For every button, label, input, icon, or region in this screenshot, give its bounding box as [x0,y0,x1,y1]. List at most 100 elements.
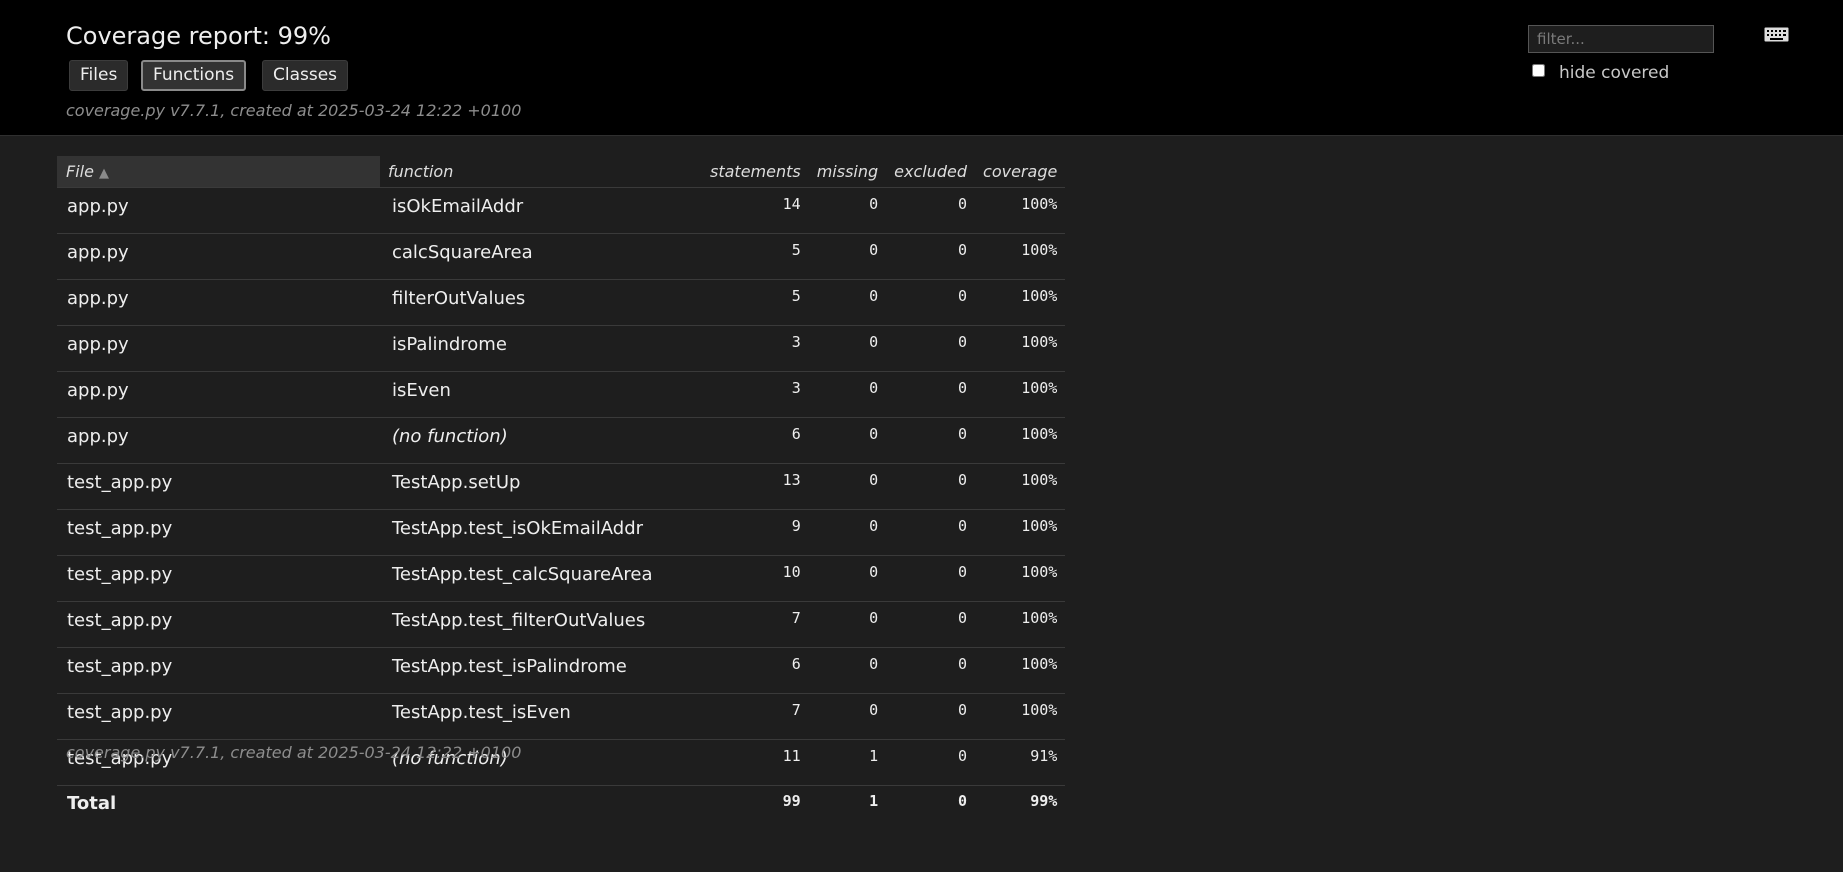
column-header-statements[interactable]: statements [702,156,809,188]
file-link[interactable]: test_app.py [57,693,380,740]
table-row: app.py isOkEmailAddr 14 0 0 100% [57,187,1066,234]
coverage-cell: 100% [975,187,1066,234]
coverage-cell: 100% [975,325,1066,372]
excluded-cell: 0 [886,325,976,372]
statements-cell: 7 [702,693,809,740]
coverage-cell: 100% [975,279,1066,326]
excluded-cell: 0 [886,371,976,418]
file-link[interactable]: app.py [57,417,380,464]
file-link[interactable]: test_app.py [57,601,380,648]
function-link[interactable]: TestApp.test_isOkEmailAddr [380,509,702,556]
table-row: app.py (no function) 6 0 0 100% [57,417,1066,464]
missing-cell: 0 [808,693,887,740]
statements-cell: 3 [702,371,809,418]
classes-button[interactable]: Classes [262,60,349,91]
total-function [380,785,702,827]
created-info: coverage.py v7.7.1, created at 2025-03-2… [66,101,522,120]
function-link[interactable]: TestApp.test_isEven [380,693,702,740]
function-link[interactable]: isEven [380,371,702,418]
column-header-missing[interactable]: missing [809,156,886,188]
table-row: test_app.py TestApp.test_isEven 7 0 0 100% [57,693,1066,740]
coverage-table: File ▲ function statements missing exclud… [57,156,1066,827]
files-button[interactable]: Files [69,60,129,91]
column-header-function[interactable]: function [380,156,702,188]
excluded-cell: 0 [886,279,976,326]
total-statements: 99 [702,785,809,827]
missing-cell: 0 [808,555,887,602]
function-link[interactable]: (no function) [380,417,702,464]
coverage-cell: 100% [975,693,1066,740]
column-header-excluded[interactable]: excluded [886,156,975,188]
keyboard-icon[interactable] [1764,27,1789,46]
statements-cell: 9 [702,509,809,556]
missing-cell: 0 [808,647,887,694]
coverage-cell: 100% [975,601,1066,648]
statements-cell: 3 [702,325,809,372]
excluded-cell: 0 [886,187,976,234]
function-link[interactable]: calcSquareArea [380,233,702,280]
file-link[interactable]: app.py [57,371,380,418]
function-link[interactable]: TestApp.setUp [380,463,702,510]
statements-cell: 5 [702,279,809,326]
sort-ascending-icon: ▲ [98,166,109,181]
functions-button[interactable]: Functions [141,60,247,91]
missing-cell: 0 [808,233,887,280]
excluded-cell: 0 [886,647,976,694]
coverage-cell: 100% [975,417,1066,464]
file-link[interactable]: test_app.py [57,463,380,510]
table-row: app.py calcSquareArea 5 0 0 100% [57,233,1066,280]
function-link[interactable]: TestApp.test_calcSquareArea [380,555,702,602]
function-link[interactable]: TestApp.test_isPalindrome [380,647,702,694]
excluded-cell: 0 [886,509,976,556]
missing-cell: 0 [808,601,887,648]
total-missing: 1 [808,785,887,827]
excluded-cell: 0 [886,463,976,510]
coverage-cell: 100% [975,463,1066,510]
total-label: Total [57,785,380,827]
report-header: Coverage report: 99% Files Functions Cla… [0,0,1843,136]
missing-cell: 0 [808,371,887,418]
excluded-cell: 0 [886,739,976,786]
file-link[interactable]: app.py [57,233,380,280]
file-link[interactable]: test_app.py [57,647,380,694]
column-header-file[interactable]: File ▲ [57,156,380,188]
table-row: test_app.py TestApp.test_isPalindrome 6 0 0 1… [57,647,1066,694]
missing-cell: 0 [808,325,887,372]
page-title: Coverage report: 99% [66,22,331,50]
file-link[interactable]: app.py [57,325,380,372]
missing-cell: 1 [808,739,887,786]
coverage-cell: 100% [975,555,1066,602]
file-link[interactable]: app.py [57,279,380,326]
excluded-cell: 0 [886,601,976,648]
coverage-cell: 100% [975,233,1066,280]
statements-cell: 10 [702,555,809,602]
excluded-cell: 0 [886,693,976,740]
statements-cell: 14 [702,187,809,234]
function-link[interactable]: isOkEmailAddr [380,187,702,234]
column-header-coverage[interactable]: coverage [975,156,1065,188]
function-link[interactable]: TestApp.test_filterOutValues [380,601,702,648]
file-link[interactable]: test_app.py [57,555,380,602]
file-link[interactable]: app.py [57,187,380,234]
statements-cell: 6 [702,417,809,464]
filter-input[interactable] [1528,25,1714,53]
total-excluded: 0 [886,785,976,827]
function-link[interactable]: filterOutValues [380,279,702,326]
coverage-cell: 100% [975,371,1066,418]
missing-cell: 0 [808,509,887,556]
file-link[interactable]: test_app.py [57,509,380,556]
excluded-cell: 0 [886,555,976,602]
hide-covered-toggle[interactable]: hide covered [1532,63,1669,83]
excluded-cell: 0 [886,233,976,280]
table-row: test_app.py TestApp.test_isOkEmailAddr 9 0 0… [57,509,1066,556]
missing-cell: 0 [808,187,887,234]
hide-covered-checkbox[interactable] [1532,64,1545,77]
statements-cell: 11 [702,739,809,786]
statements-cell: 13 [702,463,809,510]
missing-cell: 0 [808,279,887,326]
coverage-cell: 100% [975,647,1066,694]
footer-created-info: coverage.py v7.7.1, created at 2025-03-2… [66,743,522,762]
table-row: app.py isPalindrome 3 0 0 100% [57,325,1066,372]
table-row: test_app.py TestApp.setUp 13 0 0 100% [57,463,1066,510]
function-link[interactable]: isPalindrome [380,325,702,372]
